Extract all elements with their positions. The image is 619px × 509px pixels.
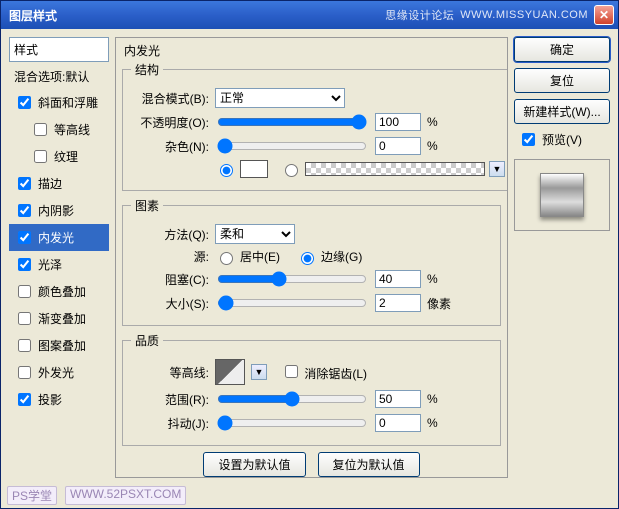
window-title: 图层样式 [9, 7, 57, 24]
close-button[interactable]: ✕ [594, 5, 614, 25]
blending-options-item[interactable]: 混合选项:默认 [9, 64, 109, 89]
opacity-slider[interactable] [217, 114, 367, 130]
layer-style-dialog: 图层样式 思缘设计论坛 WWW.MISSYUAN.COM ✕ 样式 混合选项:默… [0, 0, 619, 509]
style-item-8[interactable]: 渐变叠加 [9, 305, 109, 332]
style-checkbox-5[interactable] [18, 231, 31, 244]
choke-label: 阻塞(C): [131, 271, 209, 288]
style-item-9[interactable]: 图案叠加 [9, 332, 109, 359]
color-swatch[interactable] [240, 160, 268, 178]
source-center-radio[interactable] [220, 252, 233, 265]
source-edge-radio[interactable] [301, 252, 314, 265]
structure-legend: 结构 [131, 61, 163, 78]
watermark-text-2: WWW.MISSYUAN.COM [460, 9, 588, 21]
size-label: 大小(S): [131, 295, 209, 312]
style-item-0[interactable]: 斜面和浮雕 [9, 89, 109, 116]
right-column: 确定 复位 新建样式(W)... 预览(V) [514, 37, 610, 478]
contour-dropdown-icon[interactable]: ▼ [251, 364, 267, 380]
contour-thumb[interactable] [215, 359, 245, 385]
cancel-button[interactable]: 复位 [514, 68, 610, 93]
style-checkbox-8[interactable] [18, 312, 31, 325]
reset-default-button[interactable]: 复位为默认值 [318, 452, 420, 477]
quality-legend: 品质 [131, 332, 163, 349]
styles-list: 样式 混合选项:默认 斜面和浮雕等高线纹理描边内阴影内发光光泽颜色叠加渐变叠加图… [9, 37, 109, 478]
style-item-7[interactable]: 颜色叠加 [9, 278, 109, 305]
jitter-slider[interactable] [217, 415, 367, 431]
size-input[interactable] [375, 294, 421, 312]
style-item-5[interactable]: 内发光 [9, 224, 109, 251]
titlebar: 图层样式 思缘设计论坛 WWW.MISSYUAN.COM ✕ [1, 1, 618, 29]
panel-title: 内发光 [124, 42, 501, 59]
style-checkbox-10[interactable] [18, 366, 31, 379]
style-checkbox-0[interactable] [18, 96, 31, 109]
style-checkbox-7[interactable] [18, 285, 31, 298]
bottom-watermark: PS学堂 WWW.52PSXT.COM [7, 486, 186, 505]
choke-input[interactable] [375, 270, 421, 288]
blend-mode-select[interactable]: 正常 [215, 88, 345, 108]
contour-label: 等高线: [131, 364, 209, 381]
source-label: 源: [131, 248, 209, 265]
opacity-input[interactable] [375, 113, 421, 131]
style-checkbox-9[interactable] [18, 339, 31, 352]
range-label: 范围(R): [131, 391, 209, 408]
jitter-input[interactable] [375, 414, 421, 432]
preview-thumb [540, 173, 584, 217]
style-item-3[interactable]: 描边 [9, 170, 109, 197]
style-item-4[interactable]: 内阴影 [9, 197, 109, 224]
new-style-button[interactable]: 新建样式(W)... [514, 99, 610, 124]
choke-slider[interactable] [217, 271, 367, 287]
size-slider[interactable] [217, 295, 367, 311]
range-input[interactable] [375, 390, 421, 408]
watermark-text-1: 思缘设计论坛 [385, 7, 454, 23]
noise-slider[interactable] [217, 138, 367, 154]
technique-label: 方法(Q): [131, 226, 209, 243]
ok-button[interactable]: 确定 [514, 37, 610, 62]
quality-group: 品质 等高线: ▼ 消除锯齿(L) 范围(R): % [122, 332, 501, 446]
styles-header: 样式 [9, 37, 109, 62]
noise-input[interactable] [375, 137, 421, 155]
preview-checkbox[interactable] [522, 133, 535, 146]
jitter-label: 抖动(J): [131, 415, 209, 432]
effect-panel: 内发光 结构 混合模式(B): 正常 不透明度(O): % 杂色(N): [115, 37, 508, 478]
gradient-dropdown-icon[interactable]: ▼ [489, 161, 505, 177]
preview-box [514, 159, 610, 231]
style-item-1[interactable]: 等高线 [9, 116, 109, 143]
opacity-label: 不透明度(O): [131, 114, 209, 131]
elements-group: 图素 方法(Q): 柔和 源: 居中(E) 边缘(G) [122, 197, 501, 326]
blend-mode-label: 混合模式(B): [131, 90, 209, 107]
elements-legend: 图素 [131, 197, 163, 214]
color-gradient-radio[interactable] [285, 164, 298, 177]
style-item-10[interactable]: 外发光 [9, 359, 109, 386]
style-checkbox-11[interactable] [18, 393, 31, 406]
color-solid-radio[interactable] [220, 164, 233, 177]
technique-select[interactable]: 柔和 [215, 224, 295, 244]
style-item-2[interactable]: 纹理 [9, 143, 109, 170]
set-default-button[interactable]: 设置为默认值 [203, 452, 305, 477]
style-checkbox-1[interactable] [34, 123, 47, 136]
style-checkbox-4[interactable] [18, 204, 31, 217]
style-checkbox-6[interactable] [18, 258, 31, 271]
structure-group: 结构 混合模式(B): 正常 不透明度(O): % 杂色(N): % [122, 61, 508, 191]
range-slider[interactable] [217, 391, 367, 407]
style-checkbox-2[interactable] [34, 150, 47, 163]
style-item-6[interactable]: 光泽 [9, 251, 109, 278]
style-item-11[interactable]: 投影 [9, 386, 109, 413]
style-checkbox-3[interactable] [18, 177, 31, 190]
gradient-preview[interactable] [305, 162, 485, 176]
antialias-checkbox[interactable] [285, 365, 298, 378]
noise-label: 杂色(N): [131, 138, 209, 155]
